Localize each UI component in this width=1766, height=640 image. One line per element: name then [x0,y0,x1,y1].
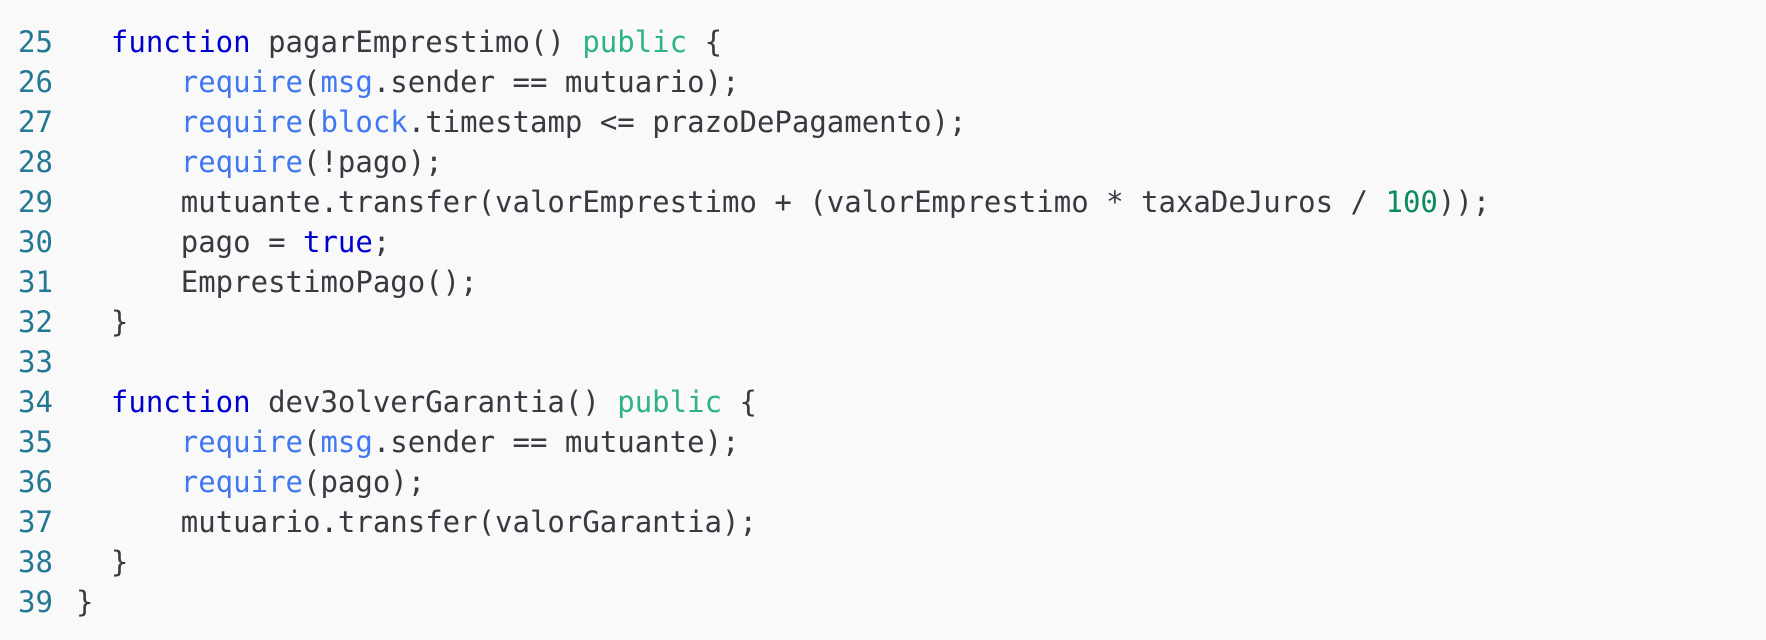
code-token-visibility: public [582,25,688,59]
code-token-plain: (pago); [302,465,426,499]
code-token-plain: pago = [180,225,303,259]
line-number: 33 [18,345,53,379]
code-token-builtin: require [180,465,303,499]
code-line: 35 require(msg.sender == mutuante); [0,422,1766,462]
line-number: 31 [18,265,53,299]
code-block: 25 function pagarEmprestimo() public {26… [0,22,1766,622]
code-token-builtin: require [180,145,303,179]
code-token-plain: ; [372,225,391,259]
code-token-plain: } [110,545,129,579]
line-content: } [76,585,93,619]
line-content: pago = true; [76,225,391,259]
line-content: } [76,305,128,339]
line-number: 35 [18,425,53,459]
code-line: 28 require(!pago); [0,142,1766,182]
code-token-keyword: function [110,385,251,419]
line-content: mutuario.transfer(valorGarantia); [76,505,757,539]
line-number: 39 [18,585,53,619]
code-token-plain: .timestamp <= prazoDePagamento); [407,105,967,139]
code-token-builtin: block [320,105,408,139]
code-line: 27 require(block.timestamp <= prazoDePag… [0,102,1766,142]
line-number: 30 [18,225,53,259]
line-number: 27 [18,105,53,139]
code-token-builtin: msg [320,425,373,459]
line-content: mutuante.transfer(valorEmprestimo + (val… [76,185,1491,219]
code-line: 31 EmprestimoPago(); [0,262,1766,302]
code-token-builtin: msg [320,65,373,99]
code-line: 33 [0,342,1766,382]
code-token-plain: ( [302,105,321,139]
code-line: 30 pago = true; [0,222,1766,262]
line-content: require(msg.sender == mutuante); [76,425,740,459]
line-content: require(!pago); [76,145,443,179]
line-number: 34 [18,385,53,419]
line-number: 29 [18,185,53,219]
line-number: 38 [18,545,53,579]
code-line: 29 mutuante.transfer(valorEmprestimo + (… [0,182,1766,222]
code-line: 38 } [0,542,1766,582]
line-number: 32 [18,305,53,339]
code-token-plain: ( [302,425,321,459]
line-number: 36 [18,465,53,499]
code-token-keyword: function [110,25,251,59]
code-token-visibility: public [617,385,723,419]
code-token-plain: } [110,305,129,339]
code-token-plain: ( [302,65,321,99]
line-content: EmprestimoPago(); [76,265,478,299]
code-token-plain: .sender == mutuario); [372,65,740,99]
line-content: } [76,545,128,579]
code-token-plain: pagarEmprestimo() [250,25,583,59]
code-line: 36 require(pago); [0,462,1766,502]
code-token-builtin: require [180,65,303,99]
code-token-plain: { [687,25,723,59]
code-token-plain: dev3olverGarantia() [250,385,618,419]
line-content: function dev3olverGarantia() public { [76,385,757,419]
code-line: 25 function pagarEmprestimo() public { [0,22,1766,62]
line-content: require(pago); [76,465,425,499]
code-line: 32 } [0,302,1766,342]
code-line: 26 require(msg.sender == mutuario); [0,62,1766,102]
code-token-plain: .sender == mutuante); [372,425,740,459]
code-line: 37 mutuario.transfer(valorGarantia); [0,502,1766,542]
code-token-plain: (!pago); [302,145,443,179]
code-token-number: 100 [1385,185,1438,219]
code-token-literal: true [302,225,373,259]
line-number: 37 [18,505,53,539]
code-token-builtin: require [180,425,303,459]
line-content: require(block.timestamp <= prazoDePagame… [76,105,967,139]
line-number: 25 [18,25,53,59]
code-viewer: 25 function pagarEmprestimo() public {26… [0,0,1766,640]
code-token-plain: } [76,585,94,619]
line-number: 26 [18,65,53,99]
code-line: 34 function dev3olverGarantia() public { [0,382,1766,422]
code-token-plain: EmprestimoPago(); [180,265,478,299]
line-number: 28 [18,145,53,179]
line-content: require(msg.sender == mutuario); [76,65,740,99]
code-token-plain: mutuante.transfer(valorEmprestimo + (val… [180,185,1386,219]
code-token-plain: )); [1437,185,1491,219]
code-token-builtin: require [180,105,303,139]
code-line: 39} [0,582,1766,622]
line-content: function pagarEmprestimo() public { [76,25,722,59]
code-token-plain: mutuario.transfer(valorGarantia); [180,505,757,539]
code-token-plain: { [722,385,757,419]
